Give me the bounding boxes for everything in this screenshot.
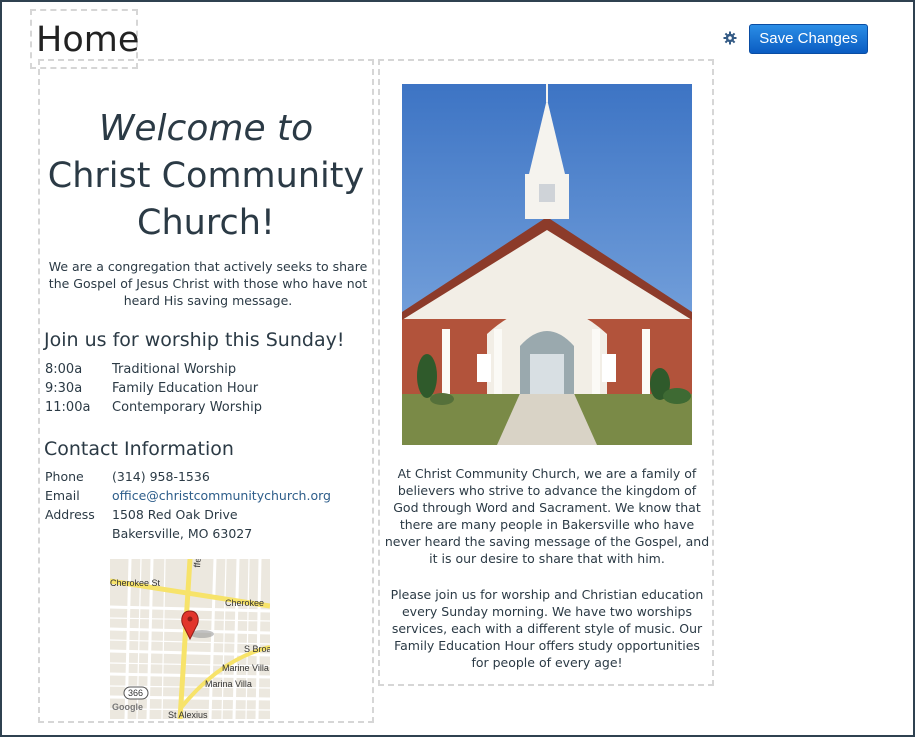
worship-heading: Join us for worship this Sunday!	[44, 329, 345, 351]
schedule-time: 9:30a	[45, 381, 83, 396]
map-label-st-alexius: St Alexius	[168, 710, 208, 719]
worship-schedule: 8:00a Traditional Worship 9:30a Family E…	[45, 360, 365, 417]
phone-value: (314) 958-1536	[112, 469, 210, 484]
contact-row-email: Email office@christcommunitychurch.org	[45, 486, 370, 505]
map-label-cherokee: Cherokee	[225, 598, 265, 608]
map-route-shield: 366	[128, 688, 144, 698]
address-line-2: Bakersville, MO 63027	[112, 526, 253, 541]
welcome-heading: Welcome to Christ Community Church!	[40, 105, 372, 247]
welcome-line-3: Church!	[137, 203, 275, 243]
page-canvas: Home Save Changes Welcome to Christ Comm…	[2, 2, 913, 735]
church-photo[interactable]	[402, 84, 692, 445]
schedule-time: 8:00a	[45, 362, 83, 377]
contact-row-address: Address 1508 Red Oak Drive Bakersville, …	[45, 505, 370, 543]
contact-heading: Contact Information	[44, 438, 234, 460]
left-content-column[interactable]: Welcome to Christ Community Church! We a…	[38, 59, 374, 723]
save-changes-button[interactable]: Save Changes	[749, 24, 868, 54]
intro-text: We are a congregation that actively seek…	[48, 259, 368, 308]
schedule-time: 11:00a	[45, 400, 91, 415]
gear-icon[interactable]	[723, 31, 737, 45]
location-map[interactable]: Cherokee St Cherokee fferson Ave S Broa …	[110, 559, 270, 719]
schedule-service: Traditional Worship	[112, 362, 237, 377]
address-line-1: 1508 Red Oak Drive	[112, 507, 238, 522]
schedule-row: 9:30a Family Education Hour	[45, 379, 365, 398]
about-paragraph-1: At Christ Community Church, we are a fam…	[384, 466, 710, 566]
schedule-row: 8:00a Traditional Worship	[45, 360, 365, 379]
phone-label: Phone	[45, 469, 84, 484]
contact-row-phone: Phone (314) 958-1536	[45, 467, 370, 486]
map-label-marina-villa: Marina Villa	[205, 679, 252, 689]
about-paragraph-2: Please join us for worship and Christian…	[390, 587, 704, 670]
contact-info: Phone (314) 958-1536 Email office@christ…	[45, 467, 370, 543]
google-logo: Google	[112, 702, 143, 712]
right-content-column[interactable]: At Christ Community Church, we are a fam…	[378, 59, 714, 686]
map-label-s-broadway: S Broa	[244, 644, 270, 654]
schedule-service: Contemporary Worship	[112, 400, 262, 415]
map-label-marine-villa: Marine Villa	[222, 663, 269, 673]
map-label-cherokee-st: Cherokee St	[110, 578, 161, 588]
email-link[interactable]: office@christcommunitychurch.org	[112, 486, 331, 505]
welcome-line-2: Christ Community	[47, 156, 365, 196]
address-label: Address	[45, 507, 95, 522]
address-value: 1508 Red Oak Drive Bakersville, MO 63027	[112, 505, 252, 543]
email-label: Email	[45, 488, 80, 503]
welcome-line-1: Welcome to	[98, 108, 314, 149]
schedule-service: Family Education Hour	[112, 381, 259, 396]
schedule-row: 11:00a Contemporary Worship	[45, 398, 365, 417]
church-illustration	[402, 84, 692, 445]
